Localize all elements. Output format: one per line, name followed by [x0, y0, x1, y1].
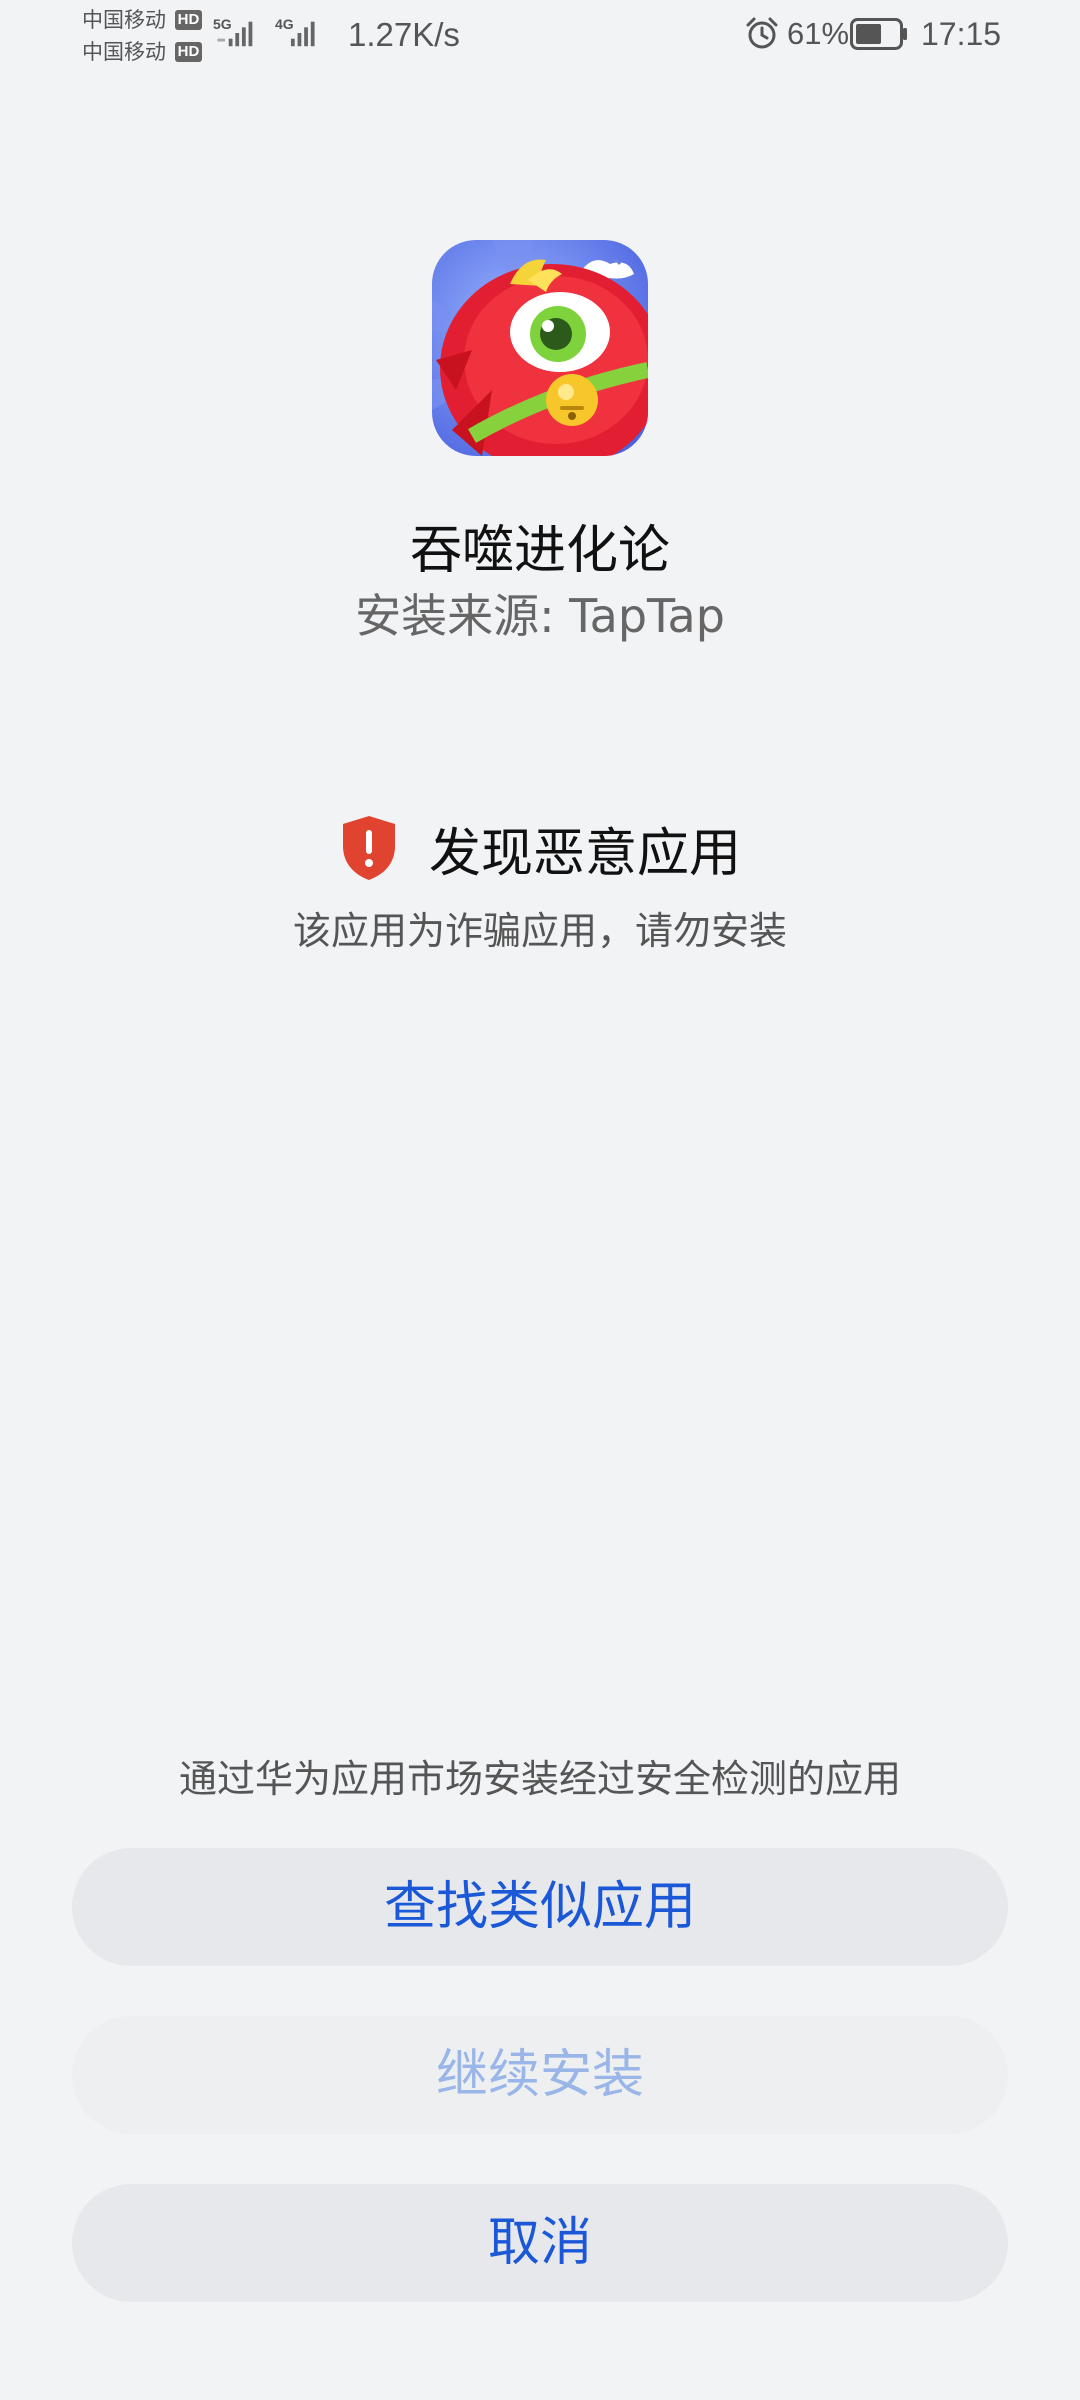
malicious-warning: 发现恶意应用 [0, 812, 1080, 884]
carrier-2-label: 中国移动 [82, 40, 166, 64]
hd-badge-2: HD [175, 42, 202, 62]
network-speed: 1.27K/s [348, 16, 460, 53]
signal-icon [217, 21, 253, 47]
install-warning-screen: 中国移动 中国移动 HD HD 5G 4G 1.27K/s 61% 17:15 … [0, 0, 1080, 2400]
continue-install-button[interactable]: 继续安装 [72, 2016, 1008, 2134]
shield-alert-icon [342, 816, 395, 880]
carrier-1-label: 中国移动 [82, 8, 166, 32]
warning-description: 该应用为诈骗应用，请勿安装 [292, 909, 787, 953]
app-name: 吞噬进化论 [409, 521, 670, 581]
warning-title: 发现恶意应用 [428, 823, 741, 884]
alarm-icon [746, 17, 778, 49]
battery-icon [850, 18, 907, 50]
find-similar-button[interactable]: 查找类似应用 [72, 1848, 1008, 1966]
install-source: 安装来源: TapTap [355, 589, 725, 643]
signal-icon [290, 21, 315, 47]
clock: 17:15 [921, 16, 1002, 52]
hd-badge-1: HD [175, 10, 202, 30]
cancel-button[interactable]: 取消 [72, 2184, 1008, 2302]
app-icon [432, 240, 648, 456]
battery-percent: 61% [787, 16, 850, 51]
status-bar: 中国移动 中国移动 HD HD 5G 4G 1.27K/s 61% 17:15 [0, 0, 1080, 72]
market-tip: 通过华为应用市场安装经过安全检测的应用 [178, 1757, 901, 1801]
